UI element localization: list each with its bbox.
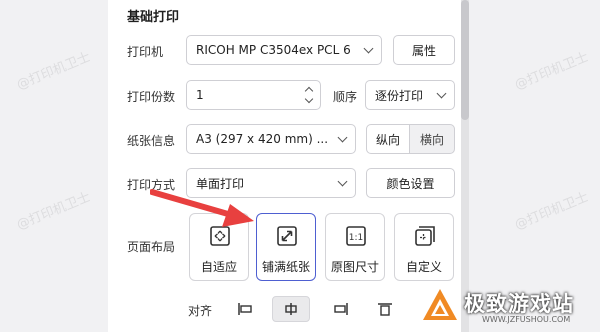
- align-left-icon: [238, 303, 252, 315]
- align-center-button[interactable]: [272, 296, 310, 322]
- chevron-down-icon: [363, 43, 374, 54]
- paper-select[interactable]: A3 (297 x 420 mm) ...: [186, 124, 356, 154]
- custom-size-icon: [415, 226, 435, 246]
- align-top-button[interactable]: [366, 296, 404, 322]
- layout-option-label: 铺满纸张: [261, 260, 310, 274]
- layout-option-fill[interactable]: 铺满纸张: [256, 213, 316, 281]
- align-label: 对齐: [188, 304, 213, 318]
- actual-size-icon: 1:1: [346, 226, 366, 246]
- brand-watermark: 极致游戏站 WWW.JZFUSHOU.COM: [418, 284, 600, 332]
- watermark: @打印机卫士: [14, 49, 93, 93]
- align-left-button[interactable]: [226, 296, 264, 322]
- align-center-icon: [285, 303, 297, 315]
- watermark: @打印机卫士: [14, 189, 93, 233]
- orientation-portrait-button[interactable]: 纵向: [366, 124, 410, 154]
- order-label: 顺序: [333, 90, 358, 104]
- order-value: 逐份打印: [375, 88, 424, 103]
- fill-paper-icon: [277, 226, 297, 246]
- align-right-icon: [334, 303, 348, 315]
- printer-select[interactable]: RICOH MP C3504ex PCL 6: [186, 35, 382, 65]
- section-title: 基础打印: [127, 10, 180, 25]
- stepper-arrows-icon[interactable]: [304, 84, 314, 106]
- page-layout-label: 页面布局: [127, 240, 176, 254]
- layout-option-label: 自定义: [405, 260, 442, 274]
- paper-value: A3 (297 x 420 mm) ...: [196, 132, 329, 146]
- svg-text:1:1: 1:1: [349, 233, 363, 243]
- order-select[interactable]: 逐份打印: [365, 80, 455, 110]
- brand-url: WWW.JZFUSHOU.COM: [482, 315, 571, 324]
- copies-label: 打印份数: [127, 90, 176, 104]
- align-top-icon: [378, 303, 392, 316]
- scrollbar-thumb[interactable]: [461, 0, 469, 120]
- layout-option-label: 自适应: [200, 260, 237, 274]
- chevron-down-icon: [436, 88, 447, 99]
- printer-properties-button[interactable]: 属性: [393, 35, 455, 65]
- chevron-down-icon: [337, 176, 348, 187]
- layout-option-label: 原图尺寸: [330, 260, 379, 274]
- copies-value: 1: [196, 88, 204, 102]
- annotation-arrow: [150, 189, 254, 227]
- printer-label: 打印机: [127, 45, 164, 59]
- brand-logo-icon: [423, 289, 457, 320]
- copies-stepper[interactable]: 1: [186, 80, 321, 110]
- color-settings-button[interactable]: 颜色设置: [366, 168, 455, 198]
- layout-option-custom[interactable]: 自定义: [394, 213, 454, 281]
- chevron-down-icon: [337, 132, 348, 143]
- watermark: @打印机卫士: [512, 189, 591, 233]
- align-right-button[interactable]: [322, 296, 360, 322]
- layout-option-actual[interactable]: 1:1 原图尺寸: [325, 213, 385, 281]
- brand-name: 极致游戏站: [464, 292, 574, 316]
- printer-value: RICOH MP C3504ex PCL 6: [196, 43, 351, 57]
- paper-label: 纸张信息: [127, 134, 176, 148]
- orientation-landscape-button[interactable]: 横向: [409, 124, 455, 154]
- watermark: @打印机卫士: [512, 49, 591, 93]
